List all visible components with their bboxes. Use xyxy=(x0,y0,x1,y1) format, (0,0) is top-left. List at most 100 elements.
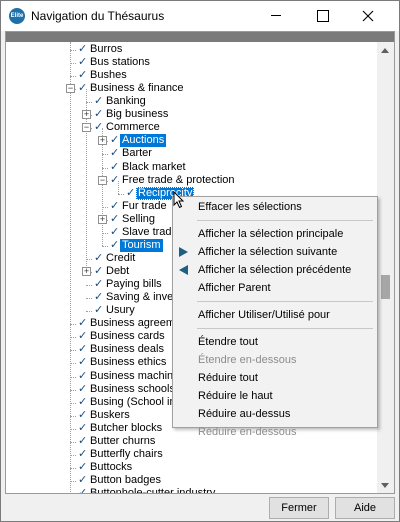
tree-guide-line xyxy=(70,480,76,482)
checkmark-icon: ✓ xyxy=(78,473,88,486)
tree-node-label: Slave trade xyxy=(122,225,178,238)
tree-guide-line xyxy=(102,232,108,234)
minimize-button[interactable] xyxy=(253,1,299,31)
mouse-cursor-icon xyxy=(173,191,185,209)
context-menu: Effacer les sélections Afficher la sélect… xyxy=(172,196,378,438)
plus-box-icon[interactable]: + xyxy=(82,267,91,277)
tree-node[interactable]: + ✓ Big business xyxy=(6,108,377,121)
menu-clear-selections[interactable]: Effacer les sélections xyxy=(173,198,377,216)
thesaurus-navigation-window: Elite Navigation du Thésaurus ✓ Burros ✓ Bu… xyxy=(0,0,400,522)
menu-item-label: Étendre en-dessous xyxy=(198,354,297,366)
checkmark-icon: ✓ xyxy=(78,434,88,447)
tree-guide-line xyxy=(86,102,92,104)
menu-expand-all[interactable]: Étendre tout xyxy=(173,333,377,351)
checkmark-icon: ✓ xyxy=(78,369,88,382)
tree-node[interactable]: ✓ Black market xyxy=(6,161,377,174)
checkmark-icon: ✓ xyxy=(78,82,88,95)
menu-separator xyxy=(197,220,373,221)
window-title: Navigation du Thésaurus xyxy=(31,9,165,23)
checkmark-icon: ✓ xyxy=(78,421,88,434)
checkmark-icon: ✓ xyxy=(110,225,120,238)
tree-guide-line xyxy=(118,193,124,195)
menu-show-previous-selection[interactable]: Afficher la sélection précédente xyxy=(173,261,377,279)
checkmark-icon: ✓ xyxy=(94,108,104,121)
title-bar: Elite Navigation du Thésaurus xyxy=(1,1,399,31)
checkmark-icon: ✓ xyxy=(110,238,120,251)
tree-guide-line xyxy=(70,324,76,326)
menu-show-use-used-for[interactable]: Afficher Utiliser/Utilisé pour xyxy=(173,306,377,324)
tree-node-label: Business ethics xyxy=(90,356,167,369)
close-window-button[interactable] xyxy=(345,1,391,31)
menu-collapse-below: Réduire en-dessous xyxy=(173,423,377,441)
menu-item-label: Réduire au-dessus xyxy=(198,408,291,420)
checkmark-icon: ✓ xyxy=(78,408,88,421)
tree-node[interactable]: − ✓ Business & finance xyxy=(6,82,377,95)
plus-box-icon[interactable]: + xyxy=(98,214,107,224)
plus-box-icon[interactable]: + xyxy=(98,136,107,146)
tree-node-label: Bus stations xyxy=(90,56,150,69)
tree-node-label: Black market xyxy=(122,160,186,173)
arrow-left-icon xyxy=(179,265,188,275)
menu-collapse-top[interactable]: Réduire le haut xyxy=(173,387,377,405)
checkmark-icon: ✓ xyxy=(78,343,88,356)
tree-node[interactable]: + ✓ Auctions xyxy=(6,134,377,148)
scrollbar-thumb[interactable] xyxy=(381,275,390,299)
tree-node[interactable]: ✓ Banking xyxy=(6,95,377,108)
tree-guide-line xyxy=(70,454,76,456)
tree-node[interactable]: ✓ Bushes xyxy=(6,69,377,82)
tree-node-label: Burros xyxy=(90,43,123,55)
vertical-scrollbar[interactable] xyxy=(377,42,394,493)
tree-node-label: Auctions xyxy=(120,134,167,148)
tree-node[interactable]: − ✓ Commerce xyxy=(6,121,377,134)
tree-guide-line xyxy=(70,376,76,378)
minus-box-icon[interactable]: − xyxy=(66,84,75,94)
minus-box-icon[interactable]: − xyxy=(82,123,91,133)
menu-show-main-selection[interactable]: Afficher la sélection principale xyxy=(173,225,377,243)
checkmark-icon: ✓ xyxy=(94,278,104,291)
tree-node[interactable]: ✓ Burros xyxy=(6,43,377,56)
plus-box-icon[interactable]: + xyxy=(82,110,91,120)
maximize-button[interactable] xyxy=(299,1,345,31)
tree-node[interactable]: ✓ Buttocks xyxy=(6,461,377,474)
menu-collapse-all[interactable]: Réduire tout xyxy=(173,369,377,387)
minus-box-icon[interactable]: − xyxy=(98,175,107,185)
tree-node-label: Debt xyxy=(106,265,130,278)
checkmark-icon: ✓ xyxy=(94,304,104,317)
menu-show-parent[interactable]: Afficher Parent xyxy=(173,279,377,297)
tree-node-label: Banking xyxy=(106,95,146,108)
tree-guide-line xyxy=(70,63,76,65)
tree-node-label: Business deals xyxy=(90,343,164,356)
tree-node-label: Buttonhole-cutter industry xyxy=(90,487,216,494)
tree-node[interactable]: ✓ Butterfly chairs xyxy=(6,448,377,461)
checkmark-icon: ✓ xyxy=(78,356,88,369)
checkmark-icon: ✓ xyxy=(110,147,120,160)
tree-guide-line xyxy=(70,363,76,365)
scroll-down-icon[interactable] xyxy=(377,477,394,493)
checkmark-icon: ✓ xyxy=(78,447,88,460)
menu-item-label: Afficher Parent xyxy=(198,282,271,294)
checkmark-icon: ✓ xyxy=(110,199,120,212)
tree-node-label: Commerce xyxy=(106,121,160,134)
tree-node-label: Bushes xyxy=(90,69,127,82)
tree-node[interactable]: ✓ Button badges xyxy=(6,474,377,487)
tree-node-label: Business schools xyxy=(90,382,175,395)
menu-item-label: Réduire en-dessous xyxy=(198,426,297,438)
checkmark-icon: ✓ xyxy=(78,487,88,494)
tree-node-label: Big business xyxy=(106,108,169,121)
scroll-up-icon[interactable] xyxy=(377,42,394,59)
checkmark-icon: ✓ xyxy=(78,56,88,69)
close-button[interactable]: Fermer xyxy=(269,497,329,519)
tree-node[interactable]: ✓ Bus stations xyxy=(6,56,377,69)
close-icon xyxy=(362,10,374,22)
tree-node[interactable]: ✓ Barter xyxy=(6,147,377,160)
menu-item-label: Afficher la sélection précédente xyxy=(198,264,352,276)
help-button[interactable]: Aide xyxy=(335,497,395,519)
tree-node[interactable]: − ✓ Free trade & protection xyxy=(6,174,377,187)
tree-guide-line xyxy=(102,245,108,247)
menu-collapse-above[interactable]: Réduire au-dessus xyxy=(173,405,377,423)
menu-show-next-selection[interactable]: Afficher la sélection suivante xyxy=(173,243,377,261)
tree-node[interactable]: ✓ Buttonhole-cutter industry xyxy=(6,487,377,494)
tree-node-label: Selling xyxy=(122,212,156,225)
tree-node-label: Paying bills xyxy=(106,278,162,291)
tree-node-label: Fur trade xyxy=(122,199,167,212)
